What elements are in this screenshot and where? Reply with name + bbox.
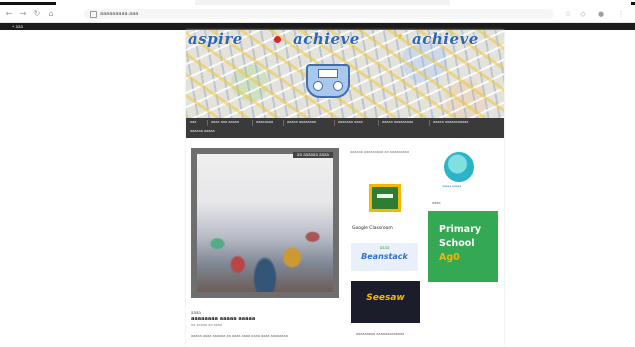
main-menu: aaa aaaa aaa aaaaa aaaaaaaa aaaaa aaaaaa… <box>186 118 504 138</box>
menu-item[interactable]: aaaaa aaaaaaaa <box>287 120 316 125</box>
banner-word-2: achieve <box>293 30 360 48</box>
menu-item[interactable]: aaaaaaaa <box>256 120 273 125</box>
menu-item[interactable]: aaaaaaa aaaa <box>338 120 363 125</box>
tile-line-1: Primary <box>439 224 482 235</box>
menu-item[interactable]: aaaaaa aaaaa <box>190 129 215 134</box>
primary-school-tile[interactable]: Primary School Ag0 <box>428 211 498 282</box>
classroom-desk <box>377 194 393 198</box>
globe-logo-icon[interactable] <box>444 152 474 182</box>
google-classroom-label[interactable]: Google Classroom <box>352 226 393 231</box>
content-area: aa aaaaaa aaaa aaaa aaaaaaaa aaaaa aaaaa… <box>186 138 504 347</box>
post-date-badge: aa aaaaaa aaaa <box>293 152 333 158</box>
bookmark-item[interactable]: • aaa <box>12 24 23 29</box>
browser-toolbar: ← → ↻ ⌂ aaaaaaaaa.aaa ☆ ◇ ● ⋮ <box>0 6 635 23</box>
classroom-board <box>369 184 401 212</box>
menu-separator <box>252 120 253 126</box>
globe-caption: aaaaa aaaaa <box>442 184 462 188</box>
widget-label-2: aaaaaaaaa aaaaaaaaaaaaa <box>356 332 405 336</box>
header-banner[interactable]: aspire achieve ★ achieve <box>186 30 504 118</box>
home-icon[interactable]: ⌂ <box>46 9 56 19</box>
beanstack-small-text: aaaa <box>379 245 390 250</box>
post-featured-image[interactable]: aa aaaaaa aaaa <box>191 148 339 298</box>
crest-book <box>318 69 338 78</box>
post-excerpt: aaaaa aaaa aaaaaa aa aaaa aaaa aaaa aaaa… <box>191 334 288 338</box>
menu-item[interactable]: aaaaa aaaaaaaaaaa <box>433 120 468 125</box>
tab-strip-right <box>631 2 635 5</box>
star-decoration-icon: ★ <box>396 32 405 42</box>
widget-label: aaaaaa aaaaaaaaa aa aaaaaaaaa <box>350 150 410 154</box>
school-website: aspire achieve ★ achieve aaa aaaa aaa aa… <box>186 30 504 347</box>
beanstack-logo[interactable]: aaaa Beanstack <box>351 243 418 271</box>
tile-line-3: Ag0 <box>439 252 460 263</box>
menu-separator <box>429 120 430 126</box>
crest-circle-right <box>333 81 343 91</box>
google-classroom-icon[interactable] <box>365 180 405 220</box>
bookmarks-bar: • aaa <box>0 23 635 30</box>
menu-item[interactable]: aaa <box>190 120 196 125</box>
star-icon[interactable]: ☆ <box>563 9 573 19</box>
puzzle-icon[interactable]: ◇ <box>578 9 588 19</box>
profile-icon[interactable]: ● <box>596 9 606 19</box>
post-meta: aa aaaaa aa aaaa <box>191 323 223 327</box>
tab-strip-left <box>0 2 56 5</box>
post-category[interactable]: aaaa <box>191 310 201 315</box>
arrow-right-icon[interactable]: → <box>18 9 28 19</box>
menu-separator <box>283 120 284 126</box>
heart-icon <box>274 36 281 43</box>
seesaw-logo[interactable]: Seesaw <box>351 281 420 323</box>
browser-tab[interactable] <box>195 0 450 5</box>
kebab-menu-icon[interactable]: ⋮ <box>616 9 626 19</box>
reload-icon[interactable]: ↻ <box>32 9 42 19</box>
seesaw-title: Seesaw <box>366 293 405 303</box>
page-viewport: aspire achieve ★ achieve aaa aaaa aaa aa… <box>0 30 635 347</box>
banner-word-3: achieve <box>412 30 479 48</box>
arrow-left-icon[interactable]: ← <box>4 9 14 19</box>
menu-item[interactable]: aaaa aaa aaaaa <box>211 120 239 125</box>
address-bar[interactable]: aaaaaaaaa.aaa <box>84 9 554 19</box>
menu-item[interactable]: aaaaa aaaaaaaaa <box>382 120 413 125</box>
menu-separator <box>334 120 335 126</box>
menu-separator <box>207 120 208 126</box>
lock-icon[interactable] <box>90 11 97 18</box>
menu-separator <box>378 120 379 126</box>
widget-menu-label: aaaa <box>432 201 441 205</box>
tile-line-2: School <box>439 238 475 249</box>
url-text: aaaaaaaaa.aaa <box>100 11 139 17</box>
beanstack-title: Beanstack <box>361 252 408 261</box>
school-crest-icon <box>306 64 350 98</box>
post-title[interactable]: aaaaaaaa aaaaa aaaaa <box>191 316 255 322</box>
crest-circle-left <box>313 81 323 91</box>
crowd-photo <box>197 154 333 292</box>
banner-word-1: aspire <box>188 30 243 48</box>
